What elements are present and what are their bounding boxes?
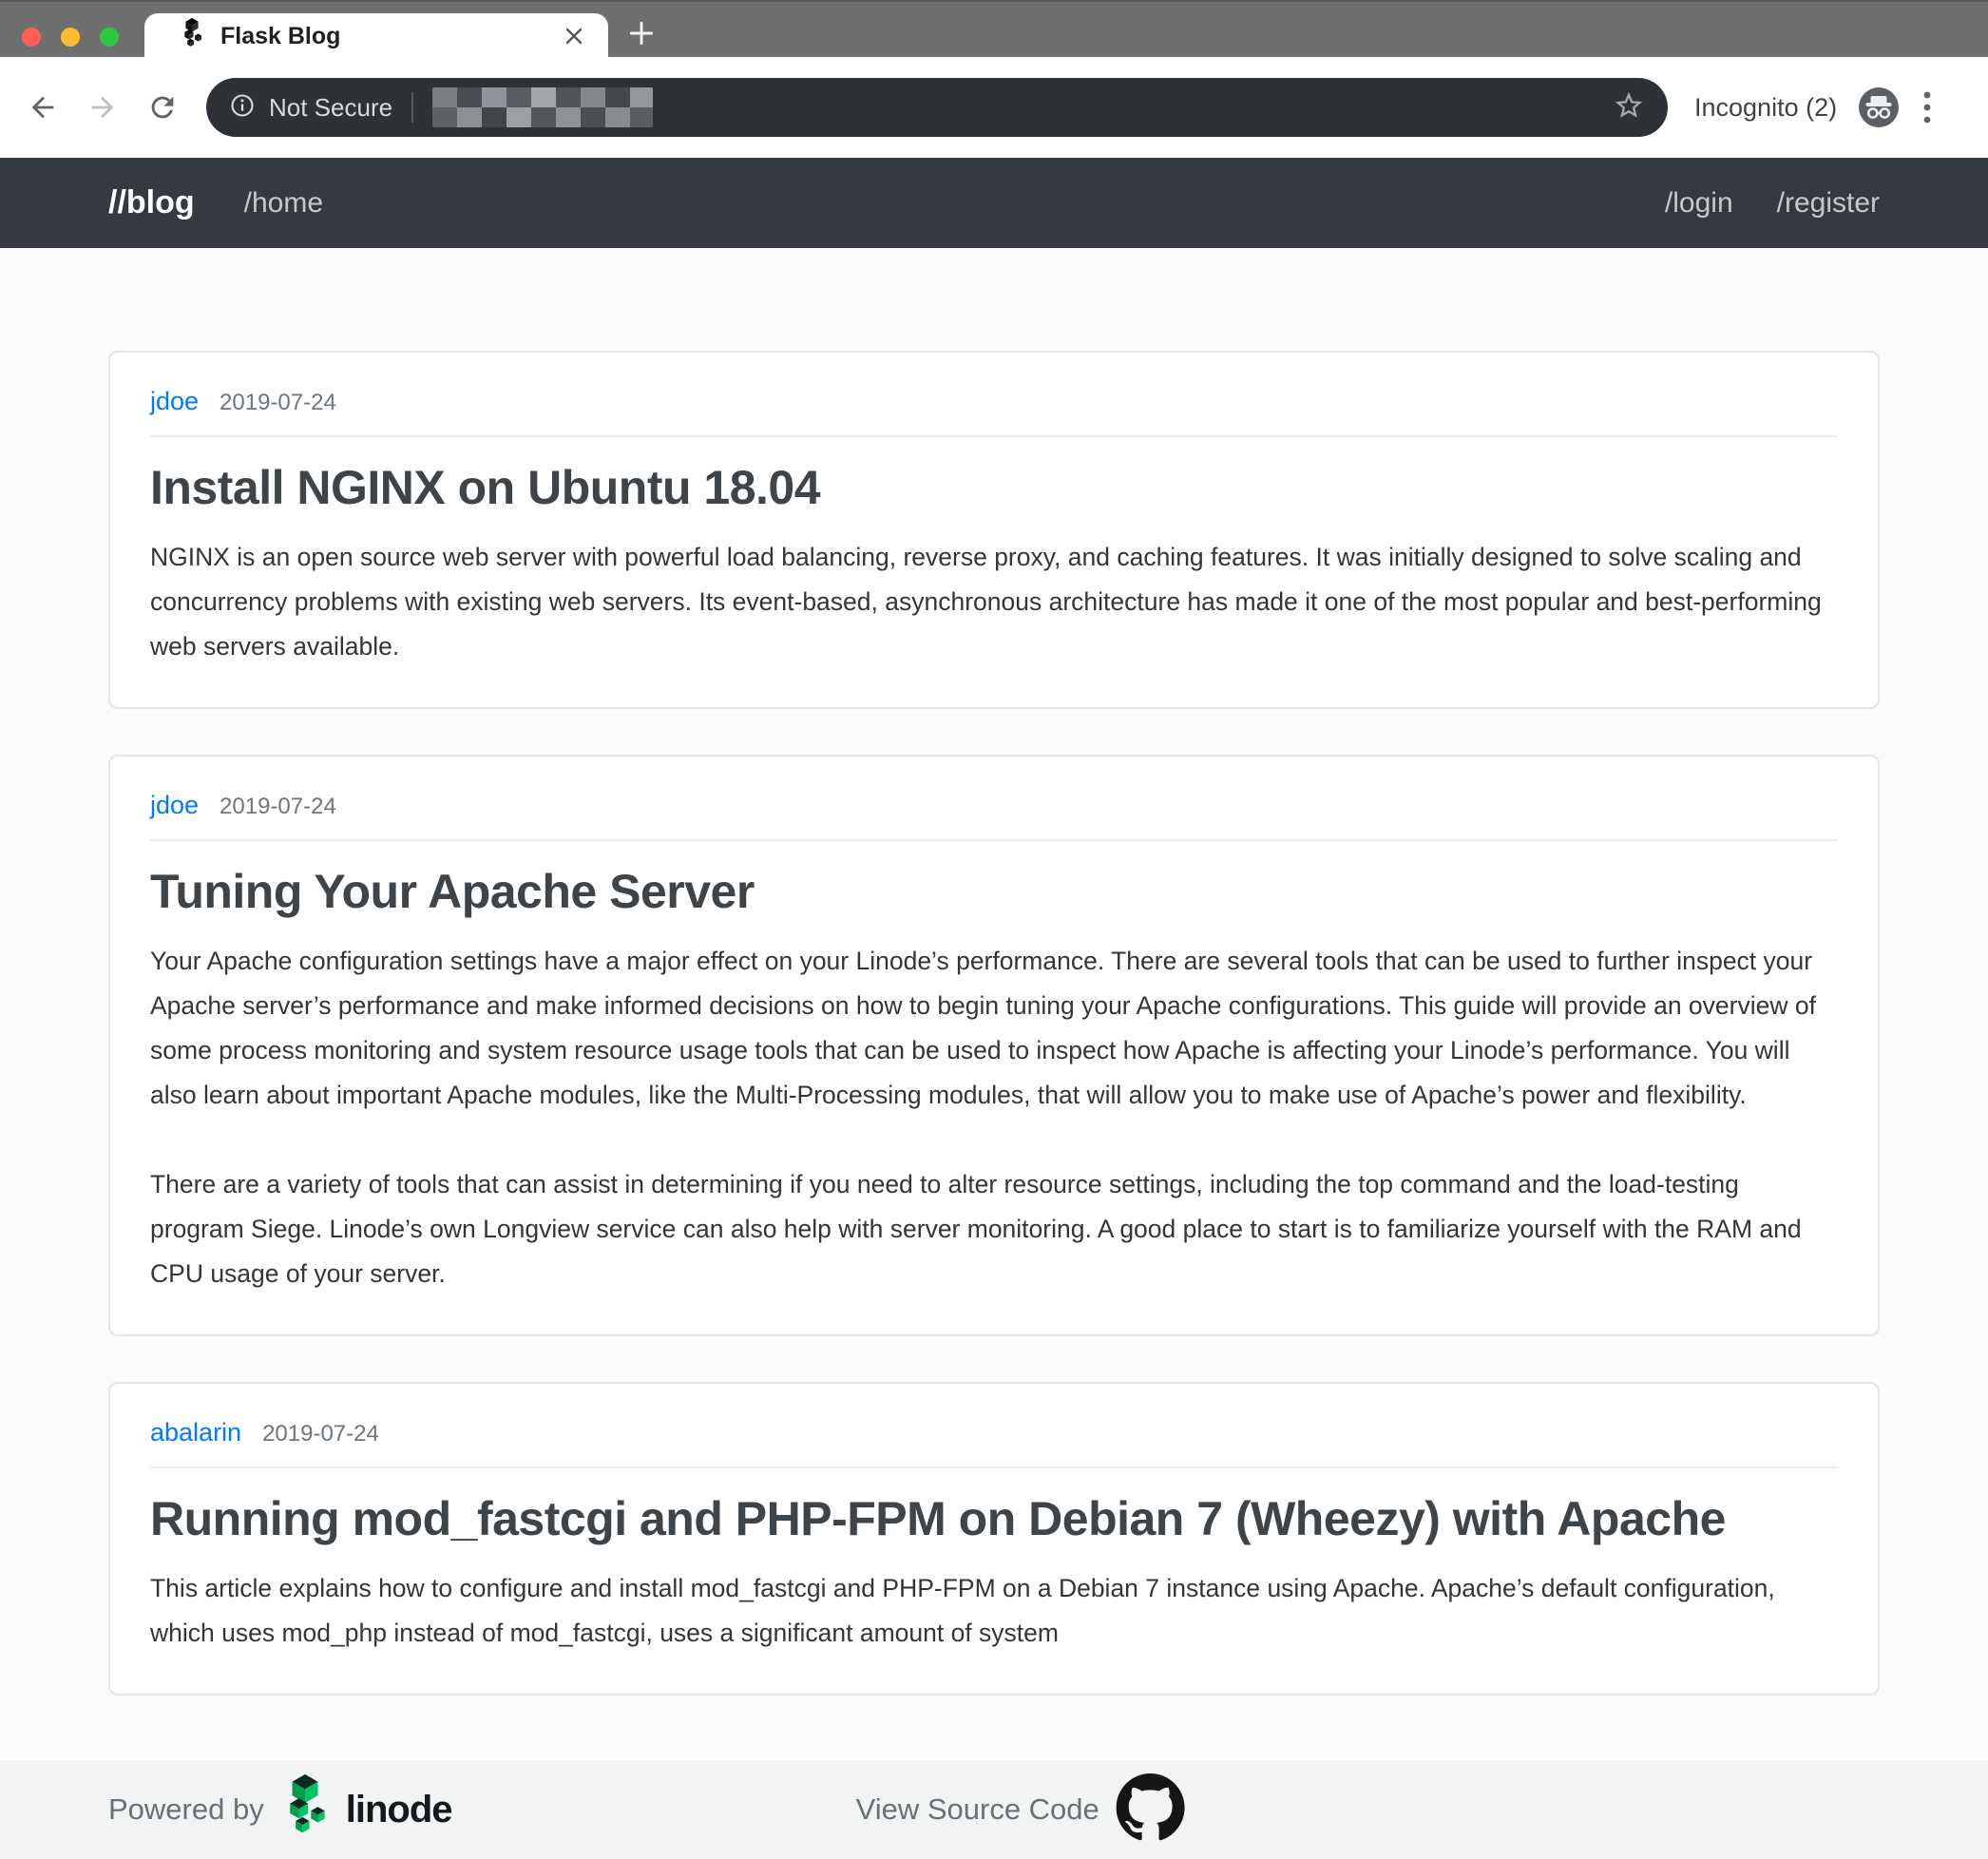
post-excerpt: Your Apache configuration settings have … [150,939,1838,1118]
nav-link-register[interactable]: /register [1777,187,1880,220]
site-info-icon[interactable] [229,92,256,124]
incognito-avatar-icon[interactable] [1858,86,1900,128]
site-navbar: //blog /home /login /register [0,158,1988,248]
window-zoom-button[interactable] [100,28,119,47]
post-author-link[interactable]: jdoe [150,791,199,820]
post-title: Tuning Your Apache Server [150,864,1838,920]
browser-toolbar: Not Secure Incognito (2) [0,57,1988,158]
bookmark-star-icon[interactable] [1613,89,1645,126]
post-date: 2019-07-24 [220,390,336,416]
new-tab-button[interactable] [622,14,660,52]
tab-close-icon[interactable] [563,25,585,48]
powered-by-label: Powered by [108,1792,264,1827]
view-source-link[interactable]: View Source Code [856,1760,1185,1859]
tab-title: Flask Blog [220,23,563,50]
reload-button[interactable] [141,86,184,129]
site-footer: Powered by linode View Source Code [0,1760,1988,1859]
window-controls [22,28,119,47]
post-card: abalarin 2019-07-24 Running mod_fastcgi … [108,1382,1880,1696]
post-meta: jdoe 2019-07-24 [150,387,1838,416]
post-list: jdoe 2019-07-24 Install NGINX on Ubuntu … [108,248,1880,1696]
meta-divider [150,839,1838,841]
post-card: jdoe 2019-07-24 Install NGINX on Ubuntu … [108,351,1880,709]
post-title: Running mod_fastcgi and PHP-FPM on Debia… [150,1491,1838,1547]
tab-strip: Flask Blog [0,0,1988,57]
incognito-label: Incognito (2) [1694,93,1837,123]
site-favicon-icon [179,17,205,56]
post-title: Install NGINX on Ubuntu 18.04 [150,460,1838,516]
nav-link-login[interactable]: /login [1665,187,1733,220]
meta-divider [150,435,1838,437]
linode-logo-icon [279,1773,331,1848]
post-meta: abalarin 2019-07-24 [150,1418,1838,1447]
linode-wordmark: linode [346,1789,452,1831]
window-minimize-button[interactable] [61,28,80,47]
post-author-link[interactable]: jdoe [150,387,199,416]
page: { "browser": { "tab": { "title": "Flask … [0,0,1988,1859]
urlbar-divider [411,92,413,123]
security-status-label: Not Secure [269,93,392,123]
url-redacted [432,87,653,127]
post-date: 2019-07-24 [220,794,336,820]
window-close-button[interactable] [22,28,41,47]
post-excerpt: This article explains how to configure a… [150,1566,1838,1656]
url-bar[interactable]: Not Secure [206,78,1668,137]
post-meta: jdoe 2019-07-24 [150,791,1838,820]
navbar-brand[interactable]: //blog [108,184,195,221]
post-date: 2019-07-24 [262,1421,379,1447]
post-excerpt: NGINX is an open source web server with … [150,535,1838,669]
post-card: jdoe 2019-07-24 Tuning Your Apache Serve… [108,755,1880,1336]
forward-button[interactable] [81,86,124,129]
nav-link-home[interactable]: /home [244,187,323,220]
powered-by-linode-link[interactable]: Powered by linode [108,1760,452,1859]
back-button[interactable] [21,86,65,129]
post-author-link[interactable]: abalarin [150,1418,241,1447]
post-excerpt: There are a variety of tools that can as… [150,1162,1838,1296]
browser-menu-icon[interactable] [1922,86,1932,128]
browser-tab[interactable]: Flask Blog [144,13,608,59]
meta-divider [150,1466,1838,1468]
github-logo-icon [1117,1773,1185,1847]
view-source-label: View Source Code [856,1792,1099,1827]
